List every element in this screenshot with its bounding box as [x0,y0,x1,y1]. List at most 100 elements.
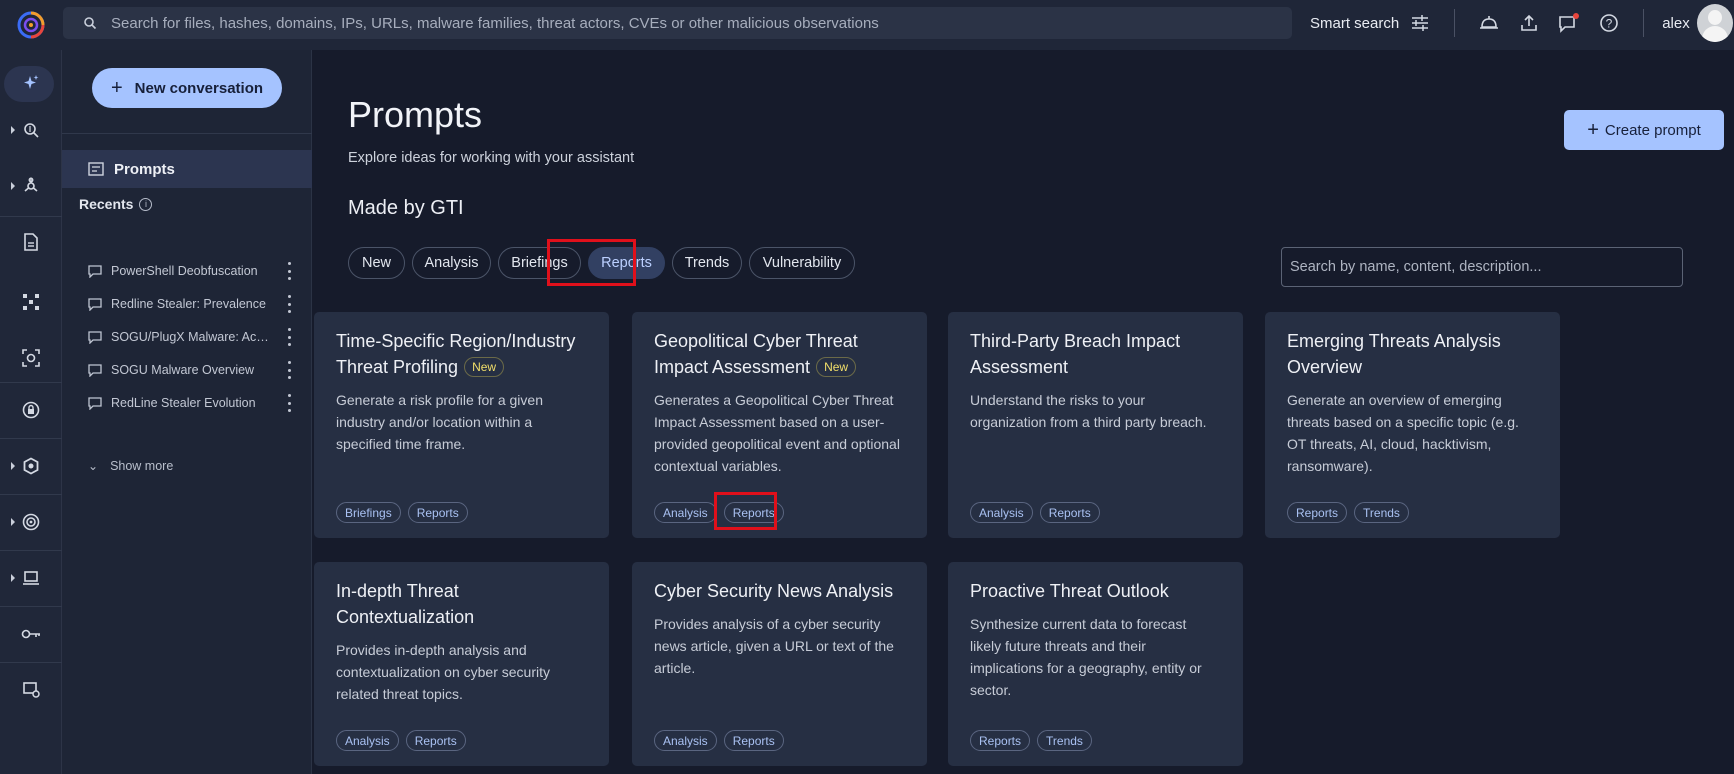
tag-analysis[interactable]: Analysis [336,730,399,751]
user-menu[interactable]: alex [1662,15,1690,32]
filter-chip-vulnerability[interactable]: Vulnerability [749,247,855,279]
rail-graph[interactable] [0,272,62,332]
section-title: Made by GTI [348,197,464,219]
rail-search[interactable] [0,100,62,160]
lock-circle-icon [22,401,40,419]
recent-conversation[interactable]: Redline Stealer: Prevalence [88,289,308,319]
plus-icon: + [1587,118,1599,141]
info-icon[interactable]: i [139,197,153,211]
global-search-input[interactable] [111,14,1261,32]
smart-search-label[interactable]: Smart search [1310,15,1399,32]
rail-hunting[interactable] [0,156,62,216]
more-options-icon[interactable] [284,361,294,379]
notifications-bell-icon[interactable] [1478,12,1500,34]
rail-asm[interactable] [0,548,62,608]
rail-reports[interactable] [0,212,62,272]
recent-conversation[interactable]: RedLine Stealer Evolution [88,388,308,418]
left-rail [0,50,62,774]
tag-reports[interactable]: Reports [407,502,468,523]
highlight-box-reports-tag [714,492,777,530]
prompt-card[interactable]: Geopolitical Cyber Threat Impact Assessm… [632,312,927,538]
tag-reports[interactable]: Reports [1039,502,1100,523]
global-search-box[interactable] [63,7,1292,39]
tag-reports[interactable]: Reports [723,730,784,751]
tag-trends[interactable]: Trends [1354,502,1409,523]
rail-settings[interactable] [0,660,62,720]
prompts-icon [88,162,104,176]
recents-heading: Recents i [79,196,153,212]
tag-briefings[interactable]: Briefings [336,502,401,523]
prompt-card-description: Provides in-depth analysis and contextua… [336,642,550,702]
filter-chip-trends[interactable]: Trends [672,247,742,279]
prompt-card[interactable]: Time-Specific Region/Industry Threat Pro… [314,312,609,538]
prompt-card[interactable]: Third-Party Breach Impact Assessment Und… [948,312,1243,538]
sliders-icon[interactable] [1409,12,1431,34]
prompt-card-title: Emerging Threats Analysis Overview [1287,331,1501,377]
tag-reports[interactable]: Reports [970,730,1031,751]
key-icon [21,629,40,639]
new-conversation-button[interactable]: + New conversation [92,68,282,108]
filter-chip-analysis[interactable]: Analysis [412,247,491,279]
chevron-down-icon: ⌄ [88,459,99,473]
chat-bubble-icon [88,297,102,311]
app-logo[interactable] [0,0,62,50]
rail-private[interactable] [0,380,62,440]
plus-icon: + [110,76,123,99]
tag-analysis[interactable]: Analysis [970,502,1033,523]
more-options-icon[interactable] [284,394,294,412]
more-options-icon[interactable] [284,295,294,313]
svg-text:?: ? [1606,17,1613,31]
tag-analysis[interactable]: Analysis [654,730,717,751]
prompt-card[interactable]: In-depth Threat Contextualization Provid… [314,562,609,766]
magnifier-bug-icon [24,123,39,138]
scan-target-icon [22,349,40,367]
tag-analysis[interactable]: Analysis [654,502,717,523]
toolbar-divider-2 [1643,9,1645,37]
messages-icon[interactable] [1558,12,1580,34]
tag-reports[interactable]: Reports [405,730,466,751]
new-badge: New [464,357,505,377]
radar-icon [22,513,40,531]
laptop-icon [23,571,39,585]
prompt-card-title: Proactive Threat Outlook [970,581,1169,601]
prompt-card[interactable]: Cyber Security News Analysis Provides an… [632,562,927,766]
chat-bubble-icon [88,330,102,344]
tag-trends[interactable]: Trends [1037,730,1092,751]
new-badge: New [816,357,857,377]
recent-conversation[interactable]: PowerShell Deobfuscation [88,256,308,286]
create-prompt-button[interactable]: + Create prompt [1564,110,1724,150]
more-options-icon[interactable] [284,328,294,346]
prompt-card-description: Understand the risks to your organizatio… [970,392,1207,430]
help-icon[interactable]: ? [1598,12,1620,34]
more-options-icon[interactable] [284,262,294,280]
page-subtitle: Explore ideas for working with your assi… [348,150,635,166]
prompt-card-title: In-depth Threat Contextualization [336,581,475,627]
prompt-card-description: Generate an overview of emerging threats… [1287,392,1519,474]
rail-api-key[interactable] [0,604,62,664]
rail-detections[interactable] [0,328,62,388]
rail-monitoring[interactable] [0,492,62,552]
toolbar-divider [1454,9,1456,37]
chat-bubble-icon [88,363,102,377]
conversation-sidebar: + New conversation Prompts Recents i Pow… [62,50,312,774]
sidebar-item-prompts[interactable]: Prompts [62,150,312,188]
prompt-search-input[interactable] [1281,247,1683,287]
prompts-page: Prompts Explore ideas for working with y… [313,50,1734,774]
tag-reports[interactable]: Reports [1287,502,1348,523]
prompt-card-description: Generates a Geopolitical Cyber Threat Im… [654,392,900,474]
upload-icon[interactable] [1518,12,1540,34]
rail-threat-landscape[interactable] [0,436,62,496]
chat-bubble-icon [88,396,102,410]
logo-icon [17,11,45,39]
avatar[interactable] [1697,4,1733,42]
recent-conversation[interactable]: SOGU Malware Overview [88,355,308,385]
top-bar: Smart search ? alex [0,0,1734,50]
recent-conversation[interactable]: SOGU/PlugX Malware: Activity [88,322,308,352]
device-settings-icon [23,682,40,698]
filter-chip-new[interactable]: New [348,247,405,279]
prompt-card[interactable]: Proactive Threat Outlook Synthesize curr… [948,562,1243,766]
show-more-button[interactable]: ⌄ Show more [88,459,173,473]
prompt-card-title: Third-Party Breach Impact Assessment [970,331,1181,377]
graph-nodes-icon [23,294,39,310]
prompt-card[interactable]: Emerging Threats Analysis Overview Gener… [1265,312,1560,538]
